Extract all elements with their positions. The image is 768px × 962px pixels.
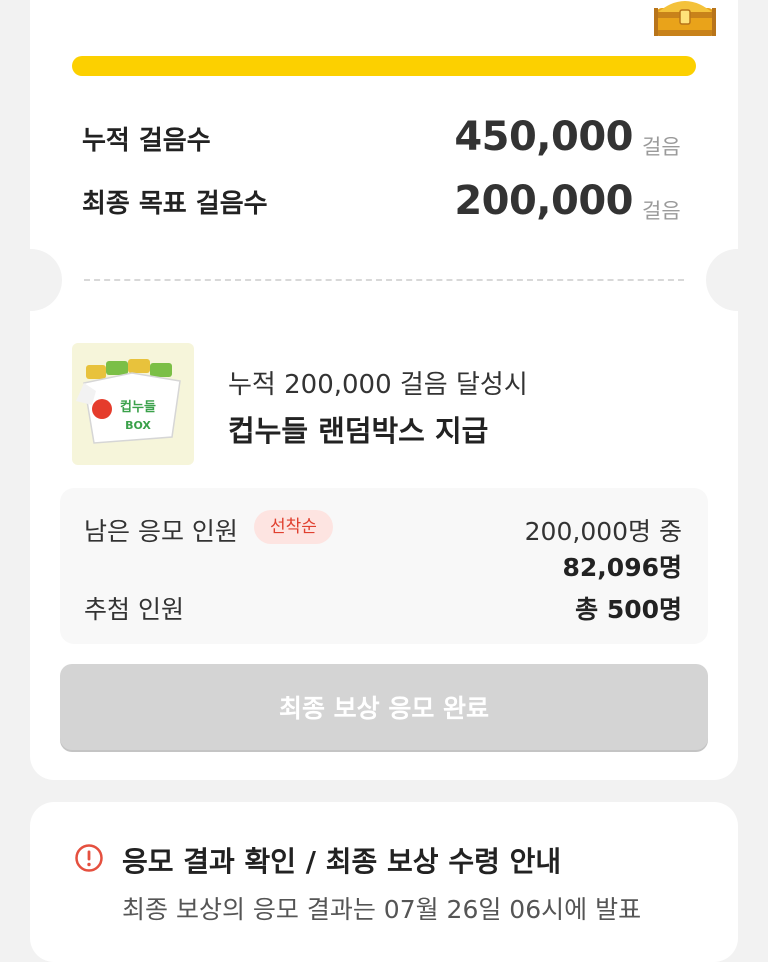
cup-noodle-box-image: 컵누들 BOX: [76, 359, 181, 444]
goal-steps-unit: 걸음: [642, 199, 681, 223]
apply-complete-button[interactable]: 최종 보상 응모 완료: [60, 664, 708, 750]
accumulated-steps-unit: 걸음: [642, 135, 681, 159]
winners-value: 총 500명: [575, 595, 682, 624]
first-come-badge: 선착순: [254, 510, 333, 544]
alert-circle-icon: [75, 844, 103, 872]
ticket-divider: [84, 279, 684, 281]
goal-steps-value: 200,000: [454, 178, 633, 224]
winners-label: 추첨 인원: [84, 595, 184, 624]
box-brand-text: 컵누들: [120, 400, 156, 415]
accumulated-steps-label: 누적 걸음수: [82, 126, 211, 156]
ticket-notch-left: [0, 249, 62, 311]
remaining-entries-total: 200,000명 중: [524, 517, 682, 546]
treasure-chest-icon: [654, 1, 716, 36]
box-label-text: BOX: [125, 419, 151, 432]
notice-card: [30, 802, 738, 962]
ticket-notch-right: [706, 249, 768, 311]
reward-image: 컵누들 BOX: [72, 343, 194, 465]
reward-title: 컵누들 랜덤박스 지급: [228, 414, 489, 448]
remaining-entries-value: 82,096명: [562, 553, 682, 582]
progress-bar: [72, 56, 696, 76]
reward-condition: 누적 200,000 걸음 달성시: [228, 370, 528, 400]
notice-body: 최종 보상의 응모 결과는 07월 26일 06시에 발표: [122, 895, 642, 924]
remaining-entries-label: 남은 응모 인원: [84, 517, 238, 546]
goal-steps-label: 최종 목표 걸음수: [82, 189, 268, 219]
notice-title: 응모 결과 확인 / 최종 보상 수령 안내: [122, 845, 562, 878]
accumulated-steps-value: 450,000: [454, 114, 633, 160]
